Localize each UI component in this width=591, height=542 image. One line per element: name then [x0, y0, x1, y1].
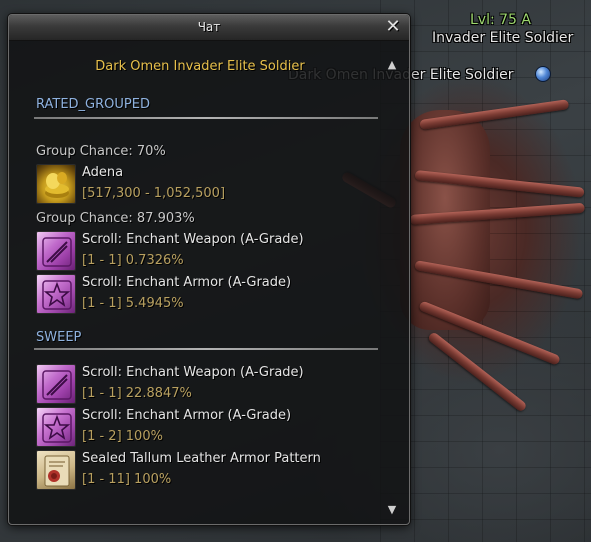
enchant-armor-scroll-icon	[36, 274, 76, 314]
enchant-weapon-scroll-icon	[36, 231, 76, 271]
item-drop-detail: [1 - 1] 22.8847%	[82, 386, 192, 401]
item-drop-detail: [1 - 2] 100%	[82, 429, 163, 444]
sweep-item-tallum-pattern[interactable]: Sealed Tallum Leather Armor Pattern [1 -…	[36, 450, 376, 490]
scroll-up-button[interactable]: ▲	[384, 57, 400, 73]
scroll-down-button[interactable]: ▼	[384, 502, 400, 518]
sweep-item-enchant-weapon[interactable]: Scroll: Enchant Weapon (A-Grade) [1 - 1]…	[36, 364, 376, 404]
enchant-armor-scroll-icon	[36, 407, 76, 447]
section-divider	[34, 117, 378, 119]
window-titlebar[interactable]: Чат ✕	[9, 15, 409, 41]
item-name: Scroll: Enchant Weapon (A-Grade)	[82, 232, 304, 247]
item-name: Scroll: Enchant Armor (A-Grade)	[82, 408, 292, 423]
drop-item-enchant-armor[interactable]: Scroll: Enchant Armor (A-Grade) [1 - 1] …	[36, 274, 376, 314]
item-name: Scroll: Enchant Armor (A-Grade)	[82, 275, 292, 290]
drop-item-adena[interactable]: Adena [517,300 - 1,052,500]	[36, 164, 376, 204]
section-divider	[34, 348, 378, 350]
item-name: Sealed Tallum Leather Armor Pattern	[82, 451, 321, 466]
drop-item-enchant-weapon[interactable]: Scroll: Enchant Weapon (A-Grade) [1 - 1]…	[36, 231, 376, 271]
item-drop-detail: [517,300 - 1,052,500]	[82, 186, 226, 201]
npc-status-orb-icon	[535, 66, 551, 82]
npc-name-header: Dark Omen Invader Elite Soldier	[95, 59, 305, 74]
npc-level-label: Lvl: 75 A	[470, 12, 531, 28]
item-name: Scroll: Enchant Weapon (A-Grade)	[82, 365, 304, 380]
sweep-item-enchant-armor[interactable]: Scroll: Enchant Armor (A-Grade) [1 - 2] …	[36, 407, 376, 447]
chevron-up-icon: ▲	[387, 58, 397, 71]
npc-name-label-short: Invader Elite Soldier	[432, 30, 574, 46]
item-drop-detail: [1 - 1] 5.4945%	[82, 296, 184, 311]
section-title-sweep: SWEEP	[36, 330, 82, 345]
item-name: Adena	[82, 165, 124, 180]
close-button[interactable]: ✕	[383, 17, 403, 37]
chevron-down-icon: ▼	[387, 503, 397, 516]
group-chance-label: Group Chance: 70%	[36, 144, 166, 159]
item-drop-detail: [1 - 1] 0.7326%	[82, 253, 184, 268]
chat-window: Чат ✕ Dark Omen Invader Elite Soldier ▲ …	[8, 14, 410, 525]
adena-icon	[36, 164, 76, 204]
close-icon: ✕	[385, 16, 401, 37]
enchant-weapon-scroll-icon	[36, 364, 76, 404]
section-title-rated-grouped: RATED_GROUPED	[36, 97, 150, 112]
group-chance-label: Group Chance: 87.903%	[36, 211, 195, 226]
item-drop-detail: [1 - 11] 100%	[82, 472, 172, 487]
window-title: Чат	[197, 20, 221, 34]
recipe-pattern-icon	[36, 450, 76, 490]
